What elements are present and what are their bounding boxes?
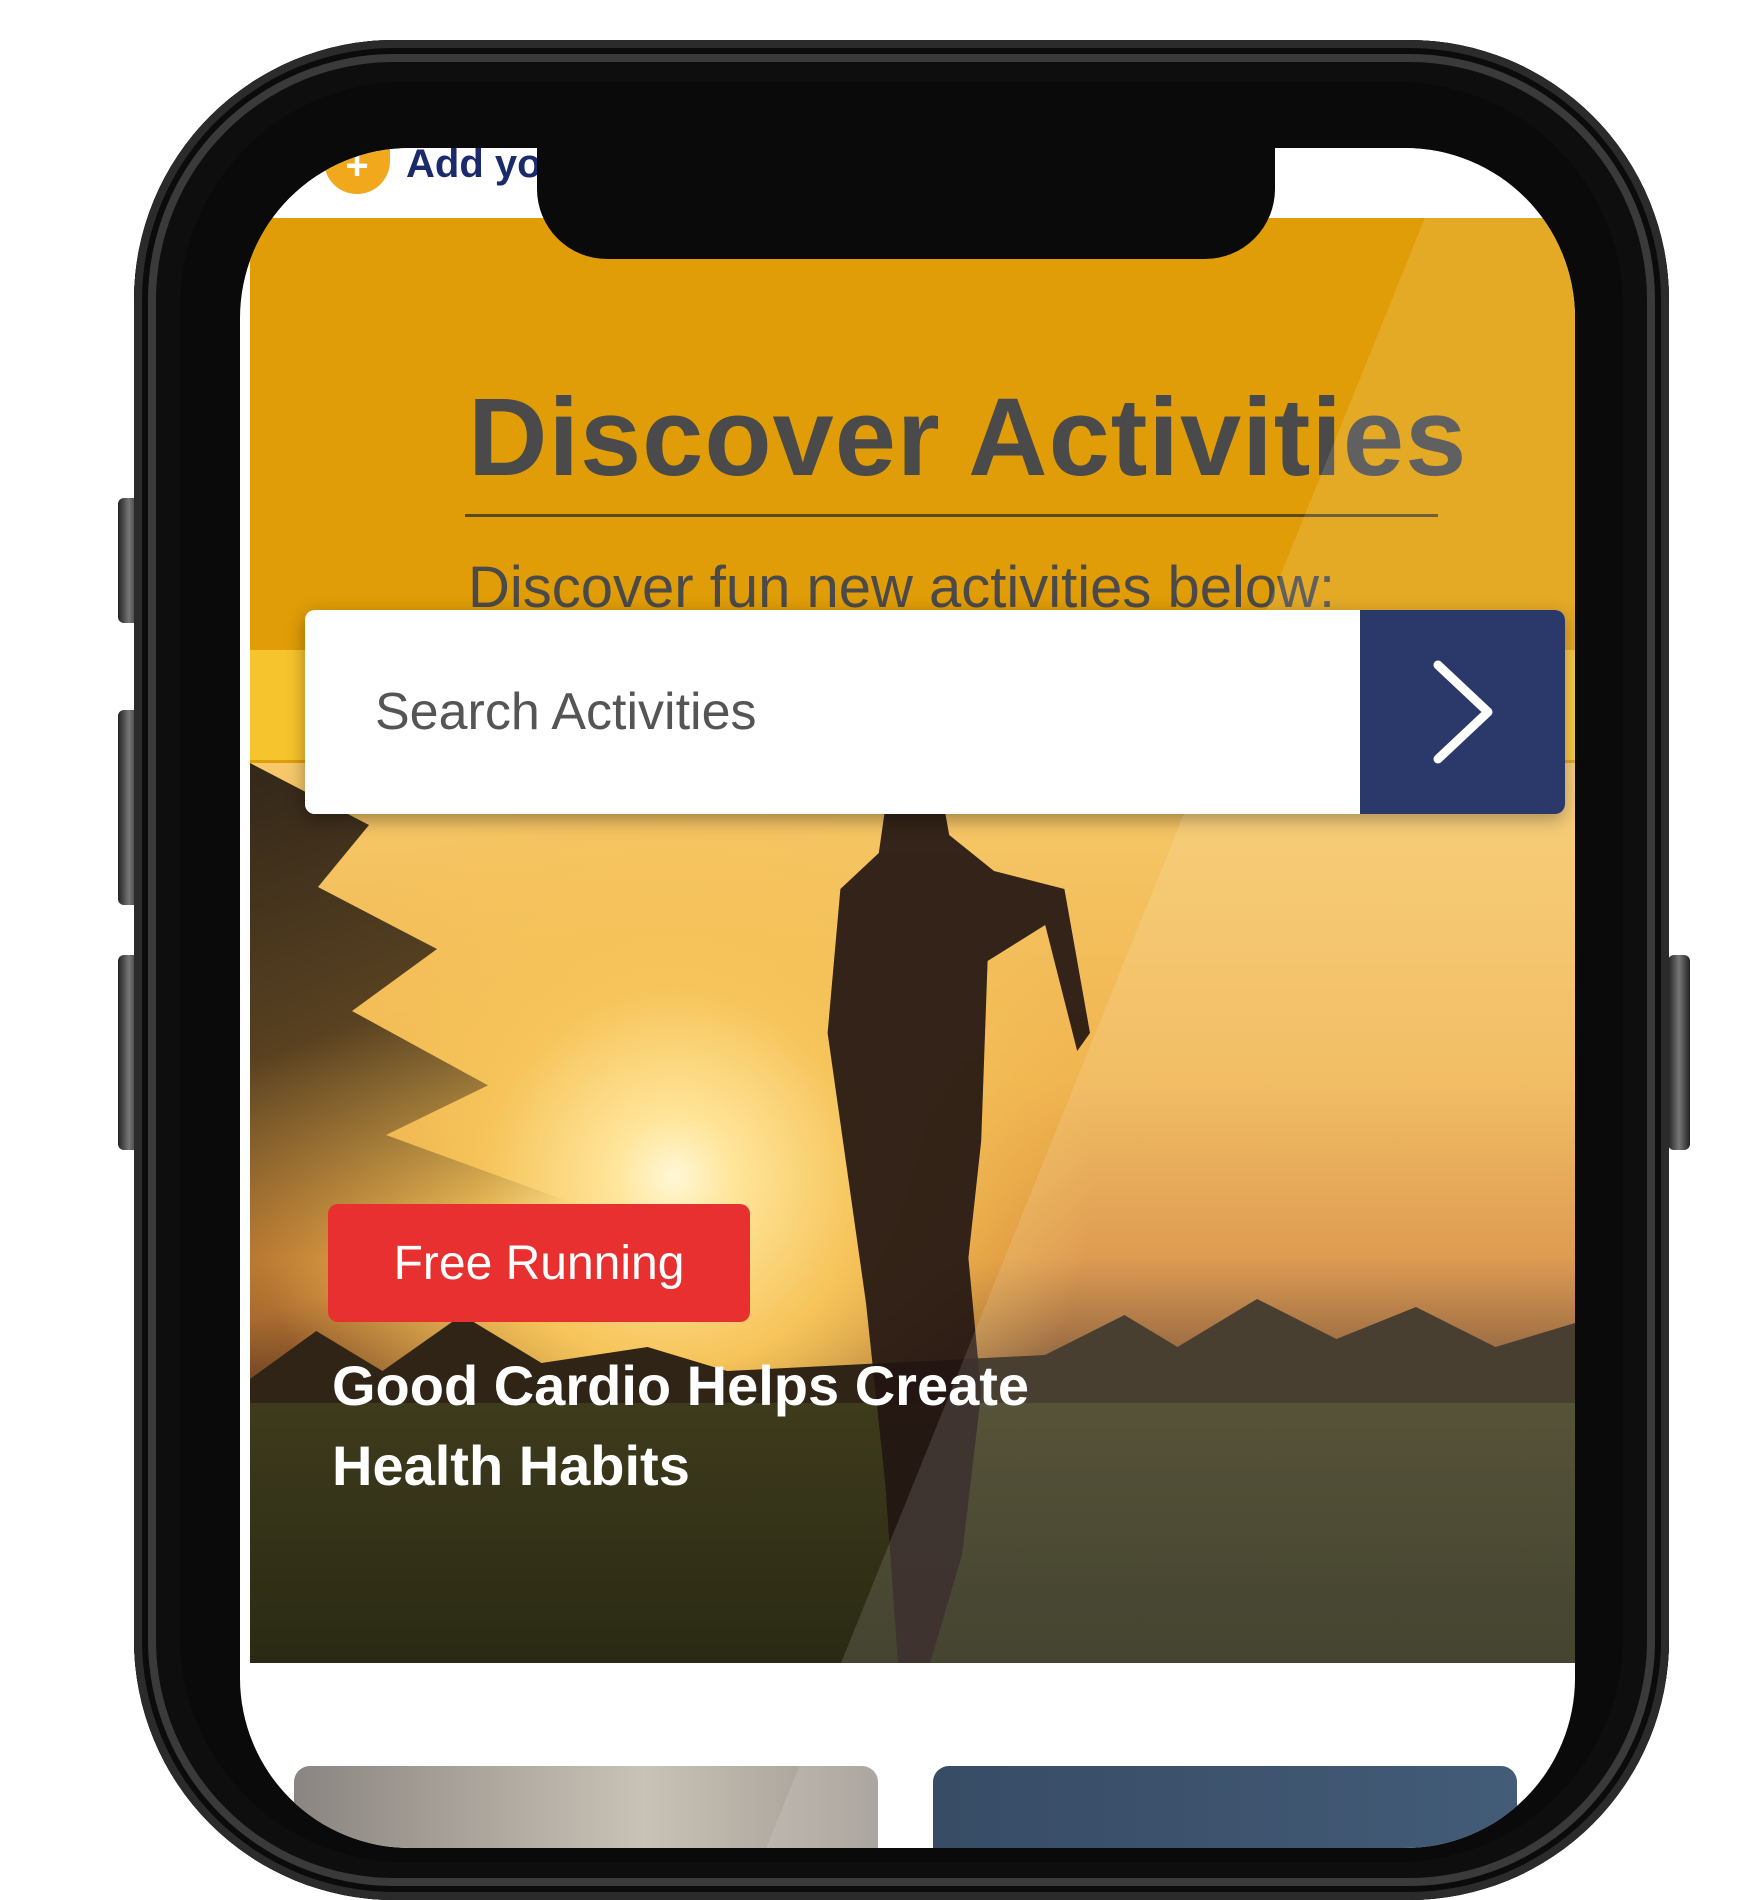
- featured-headline[interactable]: Good Cardio Helps Create Health Habits: [332, 1346, 1112, 1506]
- app-screen: + Add yo Discover Activities Discover fu…: [240, 148, 1575, 1848]
- plus-icon[interactable]: +: [324, 148, 390, 194]
- page-title: Discover Activities: [468, 376, 1468, 499]
- add-link[interactable]: Add yo: [406, 148, 542, 187]
- activity-card-thumbnail[interactable]: [933, 1766, 1517, 1848]
- phone-notch: [537, 125, 1275, 259]
- search-bar: [305, 610, 1565, 814]
- search-submit-button[interactable]: [1360, 610, 1565, 814]
- phone-power-button: [1668, 955, 1690, 1150]
- category-badge[interactable]: Free Running: [328, 1204, 750, 1322]
- activity-card-thumbnail[interactable]: [294, 1766, 878, 1848]
- search-input[interactable]: [305, 610, 1360, 814]
- chevron-right-icon: [1433, 660, 1492, 764]
- title-divider: [465, 514, 1438, 517]
